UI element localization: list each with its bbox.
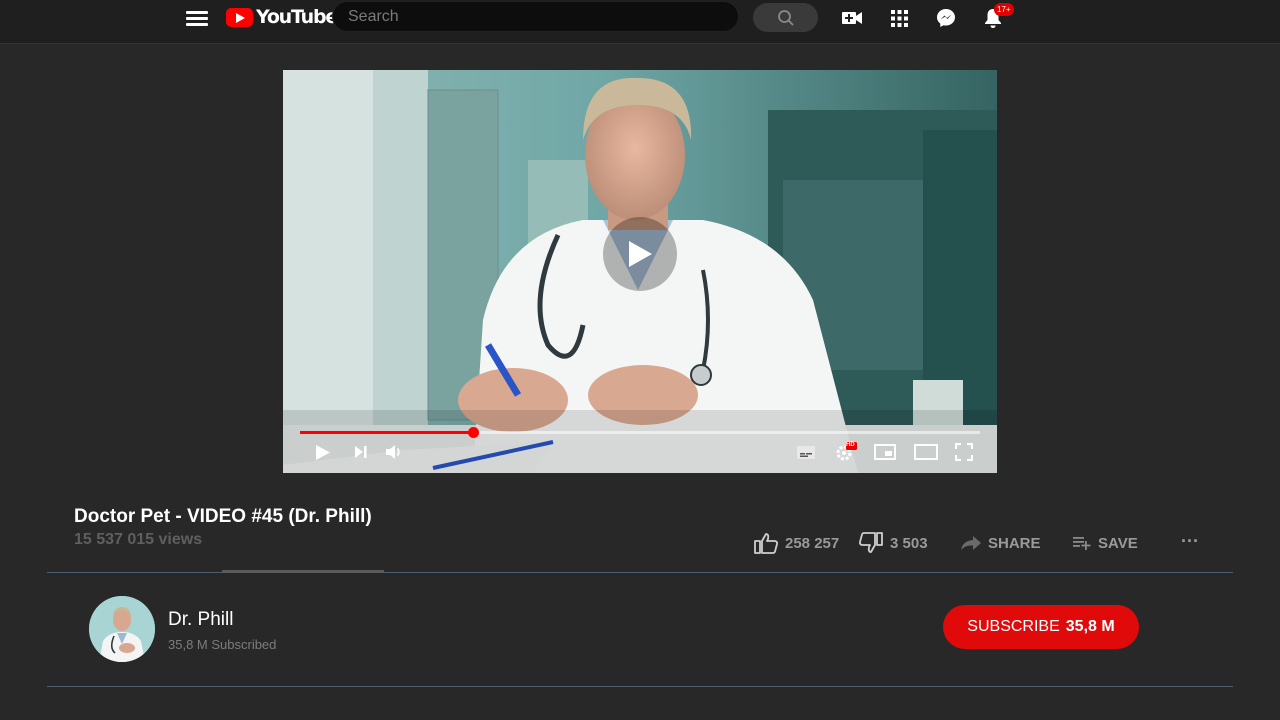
theater-mode-button[interactable]: [913, 442, 939, 462]
save-label: SAVE: [1098, 534, 1138, 552]
fullscreen-button[interactable]: [954, 442, 974, 462]
subtitles-icon: [797, 445, 815, 459]
channel-subscriber-count: 35,8 M Subscribed: [168, 637, 277, 652]
search-input[interactable]: [348, 7, 738, 26]
top-bar: YouTube 17+: [0, 0, 1280, 44]
play-button[interactable]: [313, 442, 333, 462]
video-camera-plus-icon: [842, 12, 862, 24]
subscribe-label: SUBSCRIBE: [967, 618, 1060, 635]
subscribe-button[interactable]: SUBSCRIBE 35,8 M: [943, 605, 1139, 649]
share-button[interactable]: SHARE: [960, 532, 1041, 554]
video-title: Doctor Pet - VIDEO #45 (Dr. Phill): [74, 506, 372, 527]
more-options-icon: ···: [1181, 530, 1199, 551]
thumbs-down-icon: [859, 532, 883, 553]
video-player[interactable]: HD: [283, 70, 997, 473]
channel-avatar[interactable]: [89, 596, 155, 662]
subtitles-button[interactable]: [795, 442, 817, 462]
skip-next-icon: [354, 446, 366, 458]
miniplayer-icon: [874, 444, 896, 460]
search-button[interactable]: [753, 3, 818, 32]
play-icon: [629, 241, 652, 267]
volume-icon: [386, 445, 400, 459]
volume-button[interactable]: [384, 442, 404, 462]
theater-mode-icon: [914, 444, 938, 460]
hamburger-menu-icon[interactable]: [186, 8, 208, 26]
share-arrow-icon: [961, 536, 981, 550]
like-count: 258 257: [785, 534, 840, 552]
divider-highlight: [222, 570, 384, 573]
big-play-button[interactable]: [603, 217, 677, 291]
progress-bar[interactable]: [300, 427, 980, 438]
messages-button[interactable]: [934, 6, 958, 30]
playlist-add-icon: [1073, 537, 1091, 550]
progress-played: [300, 431, 474, 434]
search-box: [332, 1, 739, 32]
create-video-button[interactable]: [840, 6, 864, 30]
more-actions-button[interactable]: ···: [1181, 530, 1199, 552]
thumbs-up-icon: [754, 533, 778, 554]
apps-button[interactable]: [887, 6, 911, 30]
youtube-logo[interactable]: YouTube: [226, 5, 338, 29]
like-button[interactable]: 258 257: [753, 532, 839, 554]
settings-button[interactable]: HD: [833, 442, 859, 462]
search-icon: [777, 9, 794, 26]
save-button[interactable]: SAVE: [1072, 532, 1138, 554]
notification-badge: 17+: [994, 3, 1014, 16]
logo-text: YouTube: [256, 6, 338, 28]
messenger-icon: [937, 9, 955, 27]
youtube-play-logo-icon: [226, 7, 253, 27]
divider-bottom: [47, 686, 1233, 687]
fullscreen-icon: [955, 443, 973, 461]
hd-badge: HD: [846, 442, 855, 448]
next-button[interactable]: [351, 442, 369, 462]
avatar-image: [89, 596, 155, 662]
subscribe-count: 35,8 M: [1065, 618, 1115, 635]
view-count: 15 537 015 views: [74, 531, 203, 548]
channel-name[interactable]: Dr. Phill: [168, 609, 233, 631]
dislike-count: 3 503: [890, 534, 928, 552]
play-icon: [316, 444, 330, 460]
apps-grid-icon: [890, 9, 908, 27]
share-label: SHARE: [988, 534, 1041, 552]
miniplayer-button[interactable]: [873, 442, 897, 462]
dislike-button[interactable]: 3 503: [858, 532, 928, 554]
